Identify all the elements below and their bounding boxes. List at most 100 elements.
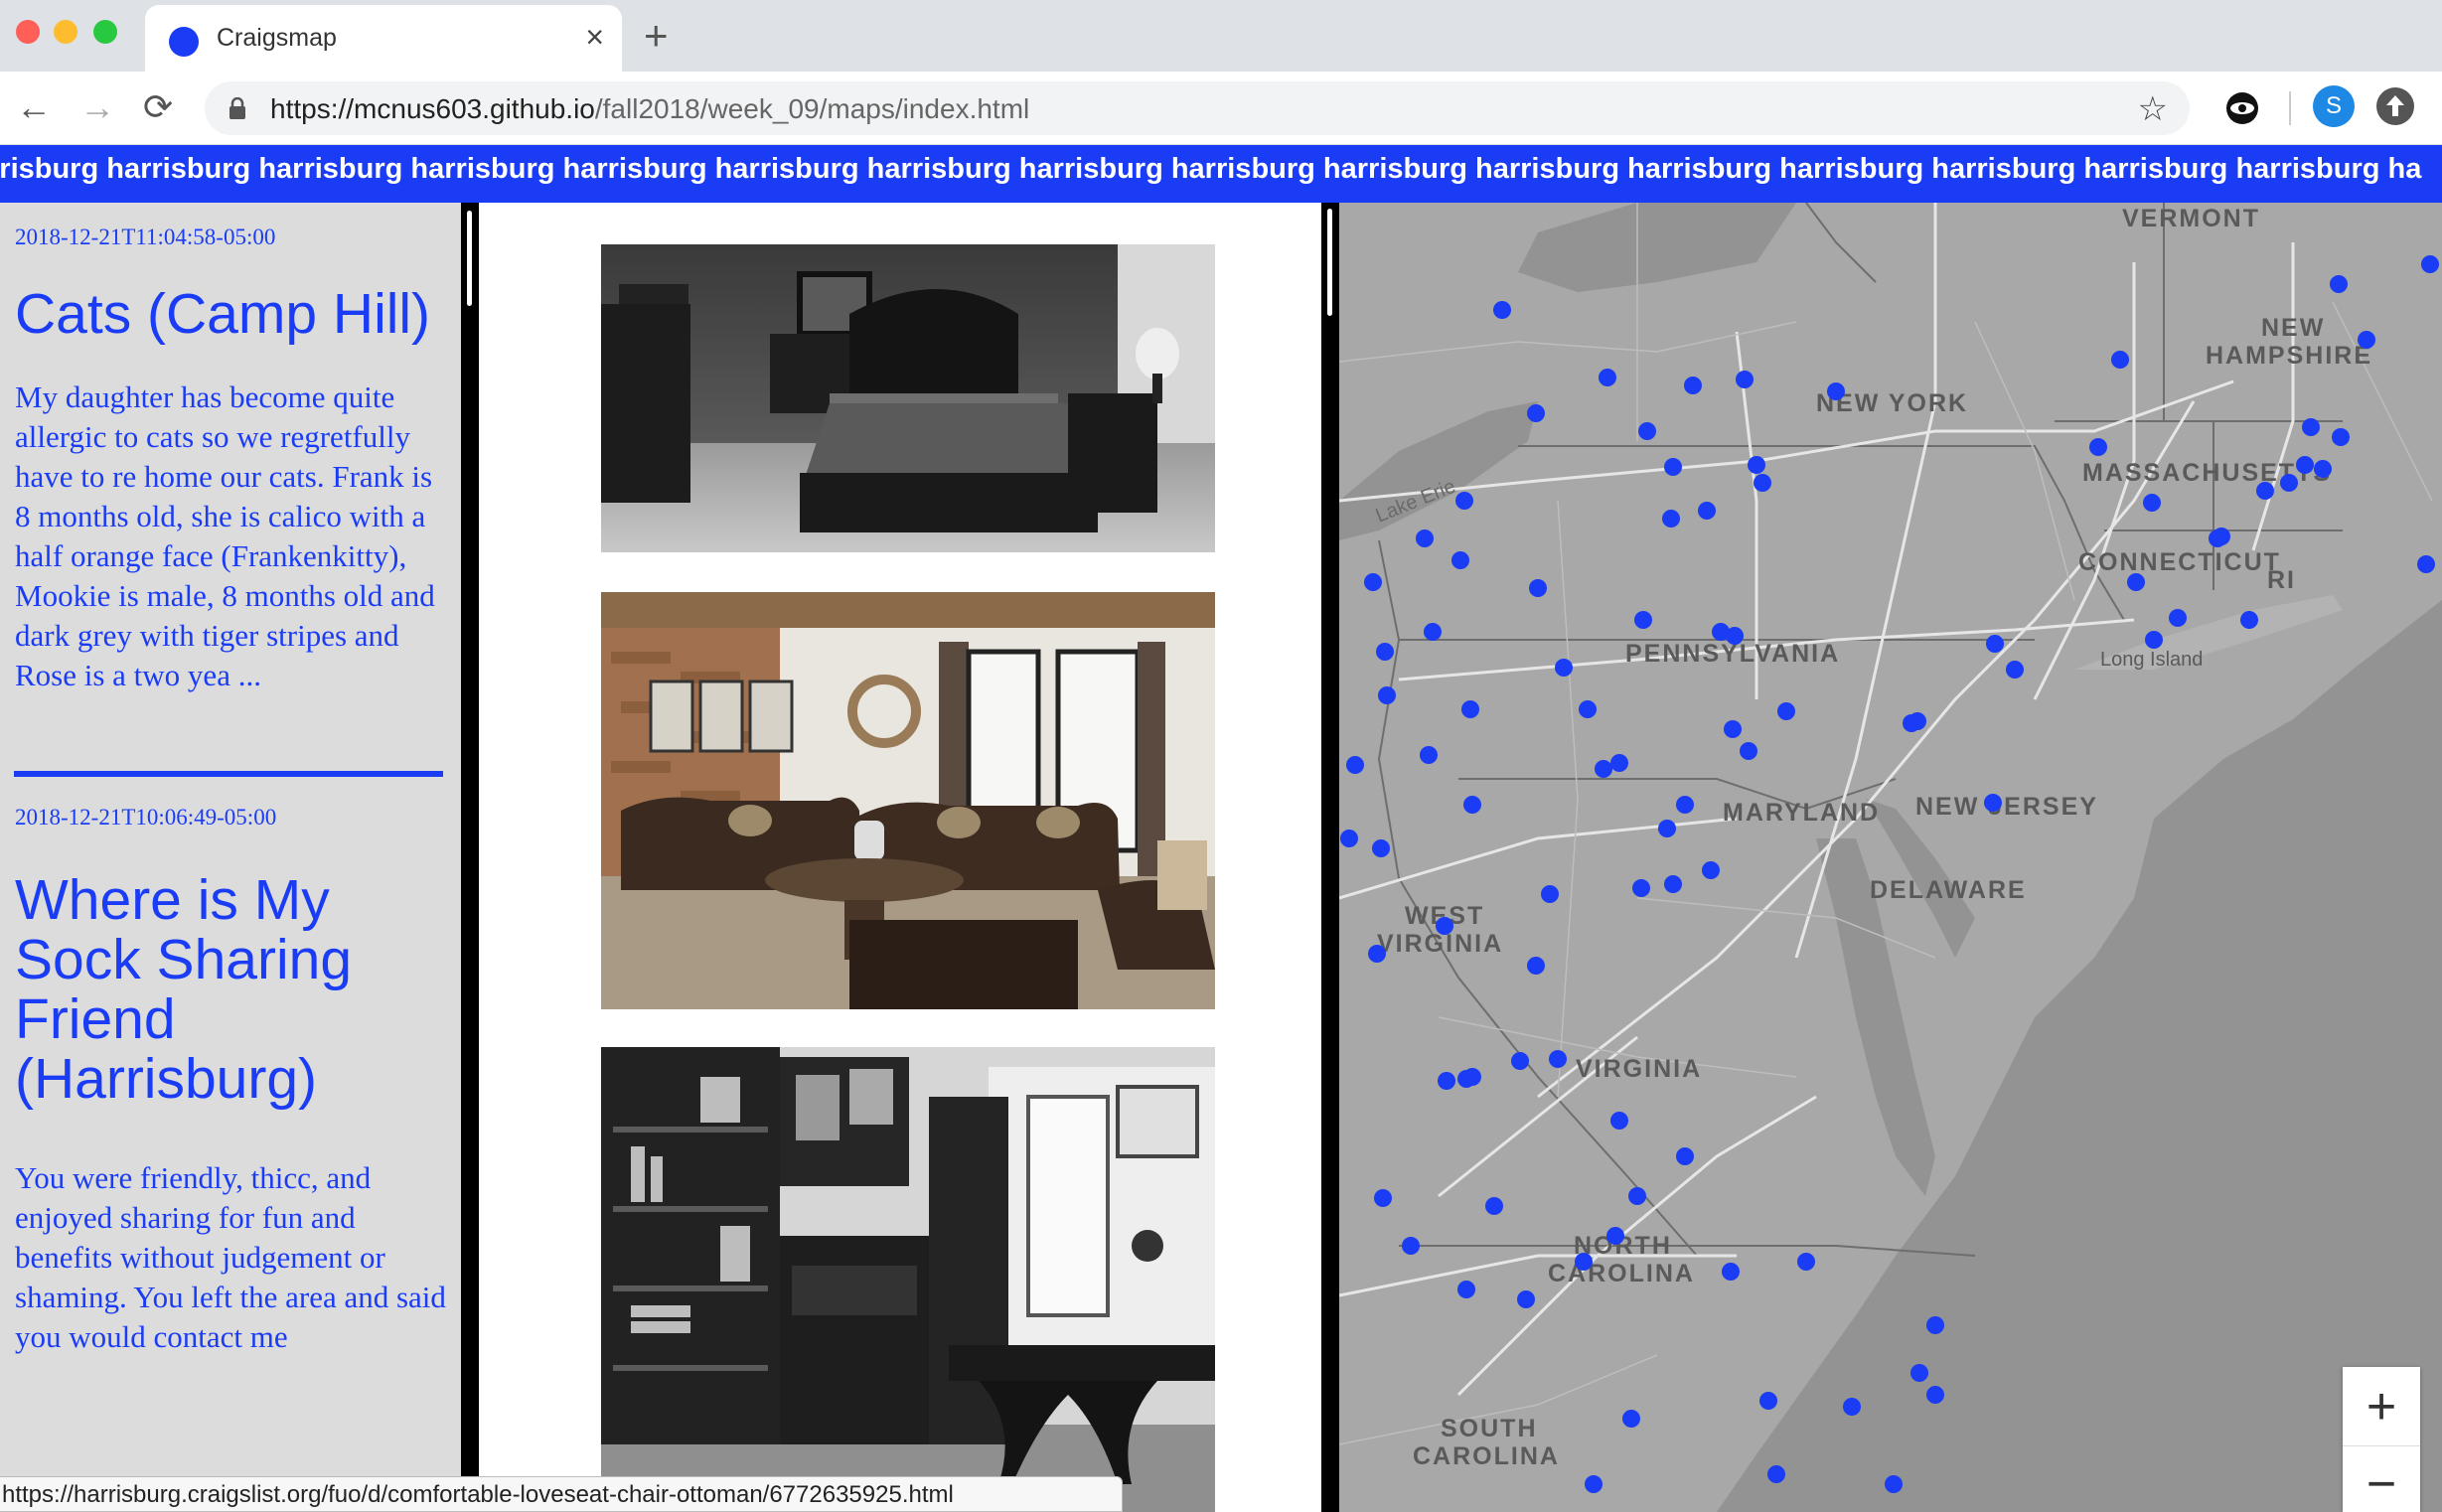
post-title[interactable]: Where is My Sock Sharing Friend (Harrisb… [15, 870, 447, 1109]
listing-marker[interactable] [1461, 700, 1479, 718]
listing-marker[interactable] [1368, 945, 1386, 963]
listing-marker[interactable] [1451, 551, 1469, 569]
scrollbar-thumb[interactable] [467, 211, 472, 306]
listing-marker[interactable] [1797, 1253, 1815, 1271]
listing-marker[interactable] [1420, 746, 1438, 764]
listing-marker[interactable] [1986, 635, 2004, 653]
listing-marker[interactable] [2280, 474, 2298, 492]
listing-marker[interactable] [1485, 1197, 1503, 1215]
listing-marker[interactable] [1595, 760, 1612, 778]
images-scrollbar[interactable] [1321, 203, 1339, 1512]
listing-marker[interactable] [1575, 1253, 1593, 1271]
listing-marker[interactable] [1748, 456, 1765, 474]
listing-marker[interactable] [1585, 1475, 1603, 1493]
zoom-in-button[interactable]: + [2343, 1367, 2420, 1446]
listing-marker[interactable] [1438, 1072, 1455, 1090]
listing-marker[interactable] [1759, 1392, 1777, 1410]
listing-marker[interactable] [1638, 422, 1656, 440]
listing-marker[interactable] [1457, 1281, 1475, 1298]
listing-marker[interactable] [2296, 456, 2314, 474]
listing-marker[interactable] [1549, 1050, 1567, 1068]
listing-marker[interactable] [1662, 510, 1680, 528]
listing-marker[interactable] [1529, 579, 1547, 597]
listing-marker[interactable] [1885, 1475, 1903, 1493]
listing-marker[interactable] [1493, 301, 1511, 319]
listing-marker[interactable] [1726, 627, 1744, 645]
listing-marker[interactable] [2330, 275, 2348, 293]
listing-marker[interactable] [2127, 573, 2145, 591]
listing-marker[interactable] [2006, 661, 2024, 679]
listing-marker[interactable] [1527, 404, 1545, 422]
listing-marker[interactable] [2089, 438, 2107, 456]
map-canvas[interactable]: VERMONT NEW HAMPSHIRE NEW YORK MASSACHUS… [1339, 203, 2442, 1512]
listing-marker[interactable] [1455, 492, 1473, 510]
listing-marker[interactable] [1777, 702, 1795, 720]
listing-marker[interactable] [1767, 1465, 1785, 1483]
listing-marker[interactable] [1579, 700, 1597, 718]
images-column[interactable] [479, 203, 1321, 1512]
listing-marker[interactable] [1684, 377, 1702, 394]
maximize-window-button[interactable] [93, 20, 117, 44]
listing-marker[interactable] [1622, 1410, 1640, 1428]
listing-marker[interactable] [1676, 796, 1694, 814]
listing-marker[interactable] [1599, 369, 1616, 386]
listing-marker[interactable] [1754, 474, 1771, 492]
listing-marker[interactable] [1610, 754, 1628, 772]
listing-marker[interactable] [2169, 609, 2187, 627]
listing-marker[interactable] [2240, 611, 2258, 629]
listing-marker[interactable] [1541, 885, 1559, 903]
listing-marker[interactable] [1555, 659, 1573, 677]
listing-marker[interactable] [1628, 1187, 1646, 1205]
listing-marker[interactable] [1908, 712, 1926, 730]
post-item[interactable]: 2018-12-21T11:04:58-05:00 Cats (Camp Hil… [0, 203, 461, 695]
office-desk-bookcase-photo[interactable] [601, 1047, 1215, 1512]
listing-marker[interactable] [1402, 1237, 1420, 1255]
post-item[interactable]: 2018-12-21T10:06:49-05:00 Where is My So… [0, 777, 461, 1357]
listing-marker[interactable] [1364, 573, 1382, 591]
listing-marker[interactable] [1378, 686, 1396, 704]
listing-marker[interactable] [1517, 1290, 1535, 1308]
listing-marker[interactable] [1346, 756, 1364, 774]
listing-marker[interactable] [1664, 458, 1682, 476]
listing-marker[interactable] [2417, 555, 2435, 573]
listing-marker[interactable] [1424, 623, 1442, 641]
living-room-sofa-photo[interactable] [601, 592, 1215, 1009]
listing-marker[interactable] [2213, 528, 2230, 545]
listing-marker[interactable] [1740, 742, 1757, 760]
listing-marker[interactable] [1702, 861, 1720, 879]
listing-marker[interactable] [1722, 1263, 1740, 1281]
posts-scrollbar[interactable] [461, 203, 479, 1512]
listing-marker[interactable] [1984, 794, 2002, 812]
listing-marker[interactable] [2421, 255, 2439, 273]
close-window-button[interactable] [16, 20, 40, 44]
listing-marker[interactable] [1374, 1189, 1392, 1207]
listing-marker[interactable] [1634, 611, 1652, 629]
listing-marker[interactable] [2145, 631, 2163, 649]
listing-marker[interactable] [1527, 957, 1545, 975]
zoom-out-button[interactable]: − [2343, 1448, 2420, 1512]
bedroom-set-photo[interactable] [601, 244, 1215, 552]
listing-marker[interactable] [2314, 460, 2332, 478]
listing-marker[interactable] [1724, 720, 1742, 738]
bookmark-star-icon[interactable]: ☆ [2138, 89, 2168, 129]
listing-marker[interactable] [1416, 529, 1434, 547]
listing-marker[interactable] [1606, 1227, 1624, 1245]
listing-marker[interactable] [1827, 382, 1845, 400]
listing-marker[interactable] [2358, 331, 2375, 349]
listing-marker[interactable] [1463, 796, 1481, 814]
listing-marker[interactable] [1926, 1386, 1944, 1404]
listing-marker[interactable] [1610, 1112, 1628, 1130]
listing-marker[interactable] [1698, 502, 1716, 520]
listing-marker[interactable] [1376, 643, 1394, 661]
listing-marker[interactable] [1736, 371, 1754, 388]
listing-marker[interactable] [1436, 917, 1453, 935]
listing-marker[interactable] [1926, 1316, 1944, 1334]
new-tab-button[interactable]: + [644, 12, 669, 60]
listing-marker[interactable] [1340, 830, 1358, 847]
listing-marker[interactable] [1664, 875, 1682, 893]
posts-column[interactable]: 2018-12-21T11:04:58-05:00 Cats (Camp Hil… [0, 203, 461, 1512]
scrollbar-thumb[interactable] [1327, 209, 1332, 316]
back-button[interactable]: ← [16, 85, 52, 129]
listing-marker[interactable] [1372, 839, 1390, 857]
listing-marker[interactable] [2256, 482, 2274, 500]
